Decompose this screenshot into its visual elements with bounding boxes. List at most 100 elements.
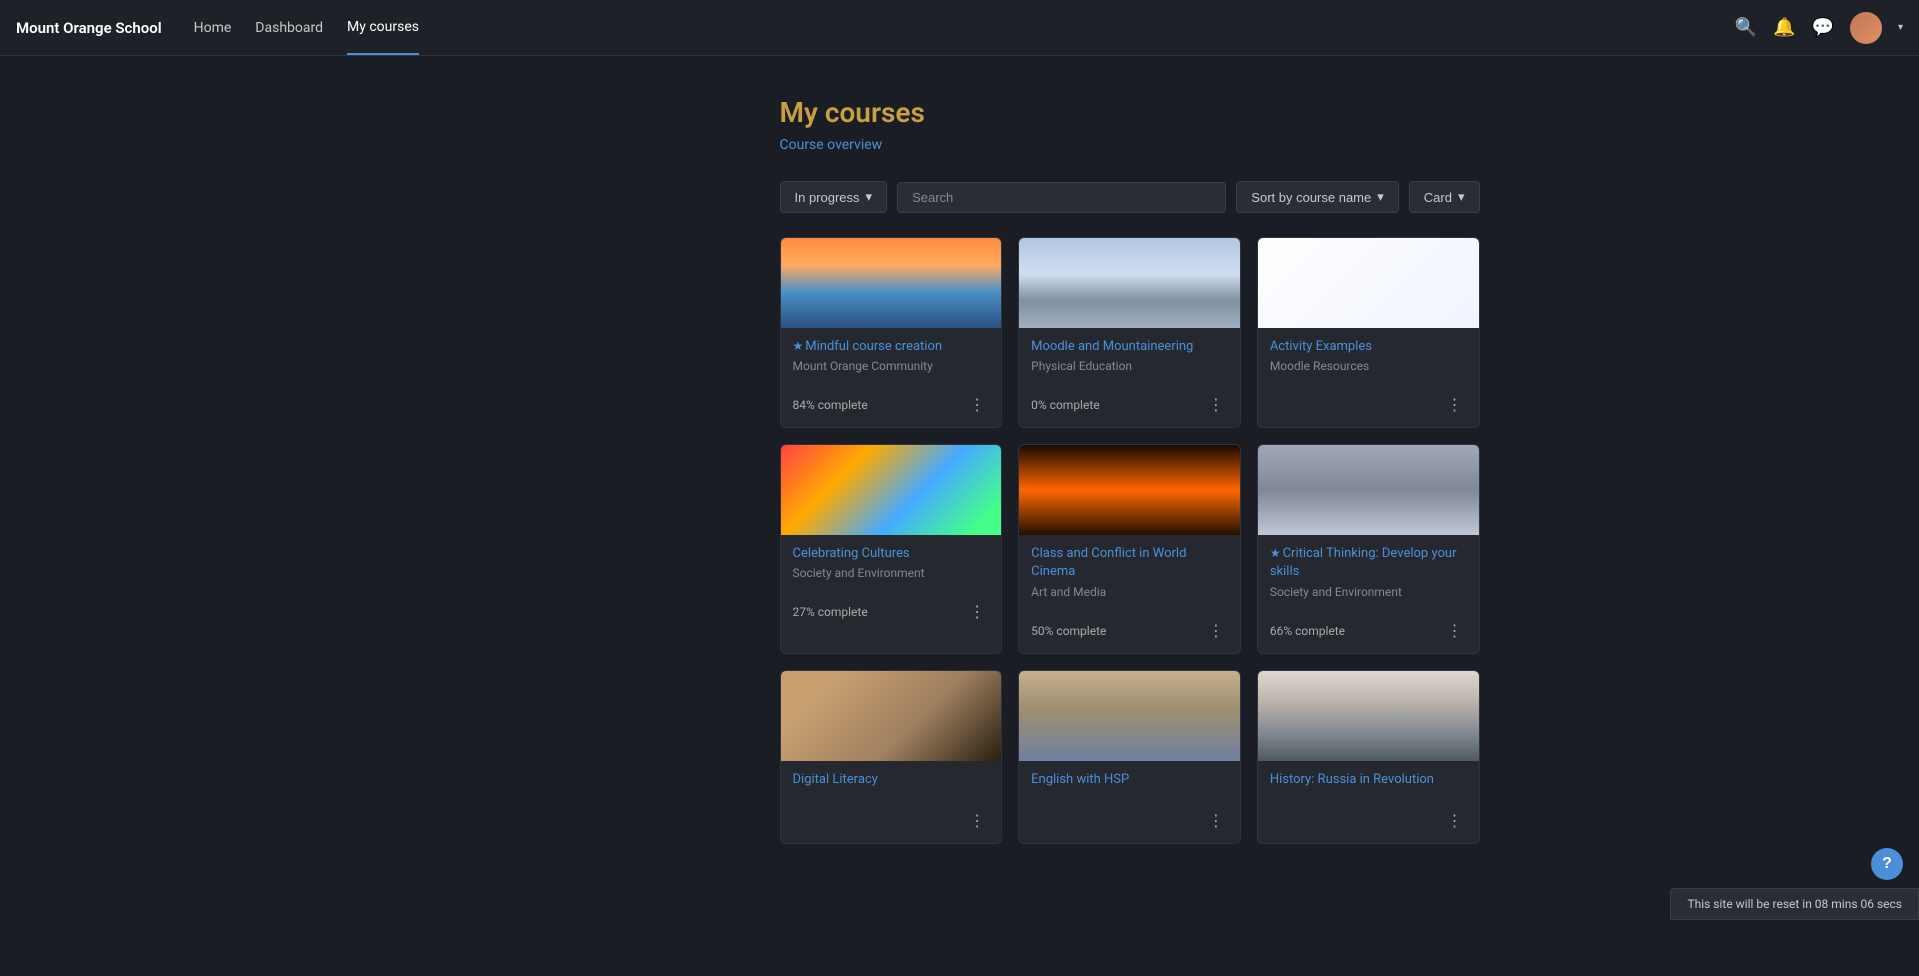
course-title[interactable]: Moodle and Mountaineering: [1031, 338, 1228, 356]
course-footer: 0% complete ⋮: [1019, 393, 1240, 427]
course-thumbnail[interactable]: [781, 238, 1002, 328]
course-link[interactable]: Celebrating Cultures: [793, 546, 910, 561]
help-button[interactable]: ?: [1871, 848, 1903, 880]
page-subtitle: Course overview: [780, 137, 1480, 153]
course-body: English with HSP: [1019, 761, 1240, 809]
nav-home[interactable]: Home: [194, 2, 232, 54]
course-menu-button[interactable]: ⋮: [1204, 809, 1228, 833]
nav-dashboard[interactable]: Dashboard: [255, 2, 323, 54]
course-menu-button[interactable]: ⋮: [1443, 393, 1467, 417]
course-title[interactable]: Digital Literacy: [793, 771, 990, 789]
course-title[interactable]: Class and Conflict in World Cinema: [1031, 545, 1228, 581]
courses-grid: ★Mindful course creation Mount Orange Co…: [780, 237, 1480, 844]
navbar: Mount Orange School Home Dashboard My co…: [0, 0, 1919, 56]
course-footer: 84% complete ⋮: [781, 393, 1002, 427]
course-body: ★Critical Thinking: Develop your skills …: [1258, 535, 1479, 618]
notifications-icon[interactable]: 🔔: [1773, 17, 1795, 38]
nav-right: 🔍 🔔 💬 ▾: [1735, 12, 1903, 44]
course-thumbnail[interactable]: [781, 671, 1002, 761]
course-footer: ⋮: [1019, 809, 1240, 843]
course-title[interactable]: History: Russia in Revolution: [1270, 771, 1467, 789]
course-thumbnail[interactable]: [1258, 671, 1479, 761]
course-card-2: Moodle and Mountaineering Physical Educa…: [1018, 237, 1241, 428]
course-menu-button[interactable]: ⋮: [1443, 809, 1467, 833]
course-title[interactable]: ★Mindful course creation: [793, 338, 990, 356]
course-progress: 0% complete: [1031, 398, 1099, 412]
course-card-3: Activity Examples Moodle Resources ⋮: [1257, 237, 1480, 428]
course-card-1: ★Mindful course creation Mount Orange Co…: [780, 237, 1003, 428]
course-body: Celebrating Cultures Society and Environ…: [781, 535, 1002, 600]
site-brand[interactable]: Mount Orange School: [16, 19, 162, 37]
course-card-5: Class and Conflict in World Cinema Art a…: [1018, 444, 1241, 653]
course-card-8: English with HSP ⋮: [1018, 670, 1241, 844]
course-menu-button[interactable]: ⋮: [1204, 393, 1228, 417]
avatar[interactable]: [1850, 12, 1882, 44]
nav-links: Home Dashboard My courses: [194, 1, 1735, 55]
course-body: Class and Conflict in World Cinema Art a…: [1019, 535, 1240, 618]
course-link[interactable]: Moodle and Mountaineering: [1031, 339, 1193, 354]
reset-bar: This site will be reset in 08 mins 06 se…: [1670, 888, 1919, 920]
course-footer: 66% complete ⋮: [1258, 619, 1479, 653]
reset-text: This site will be reset in 08 mins 06 se…: [1687, 897, 1902, 911]
course-card-9: History: Russia in Revolution ⋮: [1257, 670, 1480, 844]
course-link[interactable]: Critical Thinking: Develop your skills: [1270, 546, 1457, 579]
course-body: ★Mindful course creation Mount Orange Co…: [781, 328, 1002, 393]
course-link[interactable]: Mindful course creation: [805, 339, 942, 354]
course-footer: ⋮: [1258, 809, 1479, 843]
course-body: Digital Literacy: [781, 761, 1002, 809]
status-filter[interactable]: In progress ▾: [780, 181, 888, 213]
view-filter[interactable]: Card ▾: [1409, 181, 1480, 213]
course-progress: 50% complete: [1031, 624, 1106, 638]
course-thumbnail[interactable]: [1019, 671, 1240, 761]
course-menu-button[interactable]: ⋮: [1443, 619, 1467, 643]
course-thumbnail[interactable]: [1258, 445, 1479, 535]
course-footer: 50% complete ⋮: [1019, 619, 1240, 653]
search-icon[interactable]: 🔍: [1735, 17, 1757, 38]
course-card-6: ★Critical Thinking: Develop your skills …: [1257, 444, 1480, 653]
nav-my-courses[interactable]: My courses: [347, 1, 419, 55]
course-link[interactable]: Class and Conflict in World Cinema: [1031, 546, 1186, 579]
star-icon: ★: [1270, 546, 1281, 560]
course-menu-button[interactable]: ⋮: [965, 600, 989, 624]
course-body: Moodle and Mountaineering Physical Educa…: [1019, 328, 1240, 393]
course-body: History: Russia in Revolution: [1258, 761, 1479, 809]
course-card-4: Celebrating Cultures Society and Environ…: [780, 444, 1003, 653]
course-category: Mount Orange Community: [793, 359, 990, 373]
course-thumbnail[interactable]: [1258, 238, 1479, 328]
course-menu-button[interactable]: ⋮: [965, 809, 989, 833]
course-category: Physical Education: [1031, 359, 1228, 373]
course-body: Activity Examples Moodle Resources: [1258, 328, 1479, 393]
course-link[interactable]: Digital Literacy: [793, 772, 878, 787]
course-title[interactable]: Activity Examples: [1270, 338, 1467, 356]
search-input[interactable]: [897, 182, 1226, 213]
course-thumbnail[interactable]: [1019, 238, 1240, 328]
course-link[interactable]: History: Russia in Revolution: [1270, 772, 1434, 787]
star-icon: ★: [793, 339, 804, 353]
course-link[interactable]: Activity Examples: [1270, 339, 1372, 354]
course-thumbnail[interactable]: [781, 445, 1002, 535]
course-title[interactable]: English with HSP: [1031, 771, 1228, 789]
course-category: Society and Environment: [1270, 585, 1467, 599]
course-thumbnail[interactable]: [1019, 445, 1240, 535]
course-footer: 27% complete ⋮: [781, 600, 1002, 634]
messages-icon[interactable]: 💬: [1812, 17, 1834, 38]
course-progress: 27% complete: [793, 605, 868, 619]
course-card-7: Digital Literacy ⋮: [780, 670, 1003, 844]
course-progress: 66% complete: [1270, 624, 1345, 638]
course-footer: ⋮: [1258, 393, 1479, 427]
course-category: Art and Media: [1031, 585, 1228, 599]
course-menu-button[interactable]: ⋮: [1204, 619, 1228, 643]
course-progress: 84% complete: [793, 398, 868, 412]
course-footer: ⋮: [781, 809, 1002, 843]
course-category: Moodle Resources: [1270, 359, 1467, 373]
course-category: Society and Environment: [793, 566, 990, 580]
course-menu-button[interactable]: ⋮: [965, 393, 989, 417]
course-title[interactable]: Celebrating Cultures: [793, 545, 990, 563]
page-title: My courses: [780, 96, 1480, 129]
main-content: My courses Course overview In progress ▾…: [0, 56, 1919, 884]
avatar-caret[interactable]: ▾: [1898, 22, 1903, 33]
course-link[interactable]: English with HSP: [1031, 772, 1129, 787]
content-area: My courses Course overview In progress ▾…: [780, 96, 1480, 844]
course-title[interactable]: ★Critical Thinking: Develop your skills: [1270, 545, 1467, 581]
sort-filter[interactable]: Sort by course name ▾: [1236, 181, 1398, 213]
